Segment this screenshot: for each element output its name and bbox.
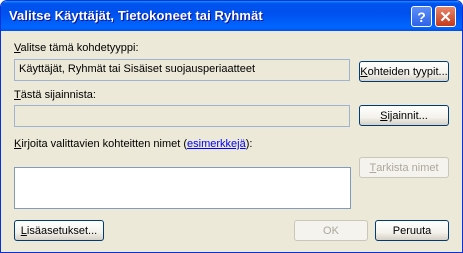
object-types-button[interactable]: Kohteiden tyypit... xyxy=(359,61,449,82)
object-types-button-accel: K xyxy=(360,65,368,78)
object-type-field: Käyttäjät, Ryhmät tai Sisäiset suojauspe… xyxy=(14,59,350,81)
help-button[interactable]: ? xyxy=(411,6,432,27)
title-bar: Valitse Käyttäjät, Tietokoneet tai Ryhmä… xyxy=(1,1,462,31)
dialog-window: Valitse Käyttäjät, Tietokoneet tai Ryhmä… xyxy=(0,0,463,253)
window-title: Valitse Käyttäjät, Tietokoneet tai Ryhmä… xyxy=(9,8,263,23)
object-types-button-label: ohteiden tyypit... xyxy=(367,65,448,78)
object-type-value: Käyttäjät, Ryhmät tai Sisäiset suojauspe… xyxy=(19,63,256,75)
advanced-button-label: isäasetukset... xyxy=(26,224,98,237)
close-button[interactable]: ✕ xyxy=(435,6,456,27)
names-label-text: irjoita valittavien kohteitten nimet ( xyxy=(21,138,188,150)
names-input[interactable] xyxy=(14,167,351,209)
check-names-label: arkista nimet xyxy=(376,161,439,174)
location-field xyxy=(14,105,350,127)
location-label: Tästä sijainnista: xyxy=(14,89,96,101)
names-label: Kirjoita valittavien kohteitten nimet (e… xyxy=(14,138,252,150)
check-names-button[interactable]: Tarkista nimet xyxy=(359,157,449,178)
examples-link[interactable]: esimerkkejä xyxy=(187,138,246,150)
advanced-button[interactable]: Lisäasetukset... xyxy=(14,220,104,241)
location-label-accel: T xyxy=(14,89,21,101)
close-icon: ✕ xyxy=(439,8,452,26)
locations-button[interactable]: Sijainnit... xyxy=(359,105,449,126)
locations-button-label: ijainnit... xyxy=(387,109,428,122)
ok-button-label: OK xyxy=(323,224,339,237)
names-label-suffix: ): xyxy=(245,138,253,150)
locations-button-accel: S xyxy=(380,109,388,122)
object-type-label: Valitse tämä kohdetyyppi: xyxy=(14,42,139,54)
help-icon: ? xyxy=(417,8,426,25)
cancel-button-label: Peruuta xyxy=(392,224,432,237)
cancel-button[interactable]: Peruuta xyxy=(375,220,449,241)
location-label-text: ästä sijainnista: xyxy=(20,89,96,101)
ok-button[interactable]: OK xyxy=(294,220,368,241)
object-type-label-text: alitse tämä kohdetyyppi: xyxy=(20,42,139,54)
check-names-accel: T xyxy=(369,161,377,174)
